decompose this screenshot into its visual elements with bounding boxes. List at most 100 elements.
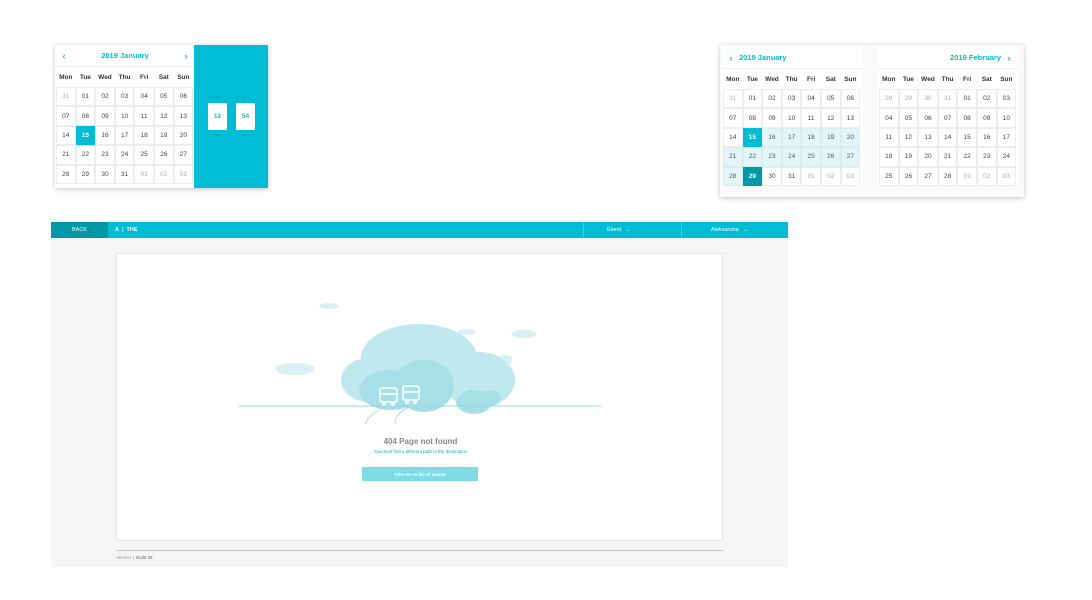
- calendar-day[interactable]: 08: [957, 108, 977, 128]
- calendar-day[interactable]: 27: [840, 147, 861, 167]
- calendar-day[interactable]: 17: [996, 127, 1017, 148]
- calendar-day[interactable]: 05: [898, 108, 919, 128]
- calendar-day[interactable]: 03: [173, 164, 194, 184]
- calendar-day[interactable]: 01: [742, 89, 763, 109]
- calendar-day[interactable]: 20: [840, 127, 861, 148]
- calendar-day[interactable]: 03: [114, 87, 135, 107]
- calendar-day[interactable]: 17: [781, 127, 802, 148]
- calendar-day[interactable]: 30: [95, 164, 115, 184]
- calendar-day[interactable]: 23: [95, 145, 115, 165]
- minute-field[interactable]: 54: [236, 103, 255, 130]
- calendar-day[interactable]: 13: [840, 108, 861, 128]
- calendar-day[interactable]: 25: [134, 145, 154, 165]
- calendar-day[interactable]: 16: [976, 127, 997, 148]
- calendar-day[interactable]: 26: [820, 147, 841, 167]
- calendar-day[interactable]: 28: [937, 166, 958, 186]
- calendar-day[interactable]: 04: [879, 108, 899, 128]
- calendar-day[interactable]: 10: [996, 108, 1017, 128]
- calendar-day[interactable]: 30: [918, 89, 938, 109]
- calendar-day[interactable]: 21: [723, 147, 743, 167]
- calendar-day[interactable]: 01: [801, 166, 821, 186]
- calendar-day[interactable]: 24: [781, 147, 802, 167]
- events-list-button[interactable]: Take me to list of events: [362, 467, 478, 481]
- calendar-day[interactable]: 24: [114, 145, 135, 165]
- calendar-day[interactable]: 12: [820, 108, 841, 128]
- calendar-day[interactable]: 12: [898, 127, 919, 148]
- calendar-day[interactable]: 04: [801, 89, 821, 109]
- calendar-day[interactable]: 20: [173, 125, 194, 146]
- calendar-day[interactable]: 31: [781, 166, 802, 186]
- calendar-day[interactable]: 18: [879, 147, 899, 167]
- next-month-icon[interactable]: ›: [1002, 47, 1016, 69]
- calendar-day[interactable]: 02: [976, 166, 997, 186]
- calendar-day[interactable]: 07: [56, 106, 76, 126]
- calendar-day[interactable]: 02: [762, 89, 782, 109]
- user-dropdown[interactable]: Aleksandra ⌄: [711, 222, 748, 238]
- calendar-day[interactable]: 05: [820, 89, 841, 109]
- calendar-day[interactable]: 14: [56, 125, 76, 146]
- calendar-day[interactable]: 30: [762, 166, 782, 186]
- calendar-day[interactable]: 31: [723, 89, 743, 109]
- calendar-day[interactable]: 23: [976, 147, 997, 167]
- calendar-day[interactable]: 19: [820, 127, 841, 148]
- calendar-day[interactable]: 24: [996, 147, 1017, 167]
- calendar-day[interactable]: 02: [820, 166, 841, 186]
- next-month-icon[interactable]: ›: [179, 45, 193, 67]
- calendar-day[interactable]: 16: [95, 125, 115, 146]
- calendar-day[interactable]: 10: [114, 106, 135, 126]
- back-button[interactable]: BACK: [51, 222, 108, 238]
- calendar-day[interactable]: 10: [781, 108, 802, 128]
- calendar-day[interactable]: 19: [898, 147, 919, 167]
- brand[interactable]: A | THE: [115, 222, 138, 238]
- calendar-day[interactable]: 13: [918, 127, 938, 148]
- calendar-day[interactable]: 01: [957, 89, 977, 109]
- calendar-day[interactable]: 11: [134, 106, 154, 126]
- calendar-day[interactable]: 17: [114, 125, 135, 146]
- calendar-day[interactable]: 03: [781, 89, 802, 109]
- calendar-day[interactable]: 26: [898, 166, 919, 186]
- calendar-day[interactable]: 21: [56, 145, 76, 165]
- calendar-day[interactable]: 28: [723, 166, 743, 186]
- prev-month-icon[interactable]: ‹: [57, 45, 71, 67]
- calendar-day[interactable]: 19: [153, 125, 174, 146]
- minute-down-tick[interactable]: [243, 135, 247, 136]
- calendar-day[interactable]: 25: [801, 147, 821, 167]
- calendar-day[interactable]: 13: [173, 106, 194, 126]
- calendar-day[interactable]: 22: [75, 145, 96, 165]
- calendar-day[interactable]: 29: [898, 89, 919, 109]
- calendar-day[interactable]: 06: [918, 108, 938, 128]
- hour-down-tick[interactable]: [215, 135, 219, 136]
- calendar-day[interactable]: 29: [75, 164, 96, 184]
- calendar-day[interactable]: 21: [937, 147, 958, 167]
- calendar-day[interactable]: 07: [937, 108, 958, 128]
- calendar-day[interactable]: 03: [996, 166, 1017, 186]
- calendar-day[interactable]: 01: [957, 166, 977, 186]
- calendar-day[interactable]: 28: [879, 89, 899, 109]
- calendar-day[interactable]: 27: [173, 145, 194, 165]
- calendar-day[interactable]: 15: [742, 127, 763, 148]
- calendar-day[interactable]: 15: [957, 127, 977, 148]
- location-dropdown[interactable]: Ekerö ⌄: [607, 222, 631, 238]
- calendar-day[interactable]: 25: [879, 166, 899, 186]
- calendar-day[interactable]: 05: [153, 87, 174, 107]
- calendar-day[interactable]: 22: [742, 147, 763, 167]
- calendar-day[interactable]: 23: [762, 147, 782, 167]
- calendar-day[interactable]: 09: [976, 108, 997, 128]
- calendar-day[interactable]: 15: [75, 125, 96, 146]
- calendar-day[interactable]: 31: [114, 164, 135, 184]
- calendar-day[interactable]: 31: [56, 87, 76, 107]
- calendar-day[interactable]: 02: [153, 164, 174, 184]
- calendar-day[interactable]: 28: [56, 164, 76, 184]
- calendar-day[interactable]: 09: [95, 106, 115, 126]
- calendar-day[interactable]: 08: [75, 106, 96, 126]
- calendar-day[interactable]: 09: [762, 108, 782, 128]
- calendar-day[interactable]: 27: [918, 166, 938, 186]
- minute-up-tick[interactable]: [243, 97, 247, 98]
- hour-field[interactable]: 12: [208, 103, 227, 130]
- calendar-day[interactable]: 29: [742, 166, 763, 186]
- calendar-day[interactable]: 07: [723, 108, 743, 128]
- calendar-day[interactable]: 18: [134, 125, 154, 146]
- calendar-day[interactable]: 03: [840, 166, 861, 186]
- calendar-day[interactable]: 31: [937, 89, 958, 109]
- calendar-day[interactable]: 14: [937, 127, 958, 148]
